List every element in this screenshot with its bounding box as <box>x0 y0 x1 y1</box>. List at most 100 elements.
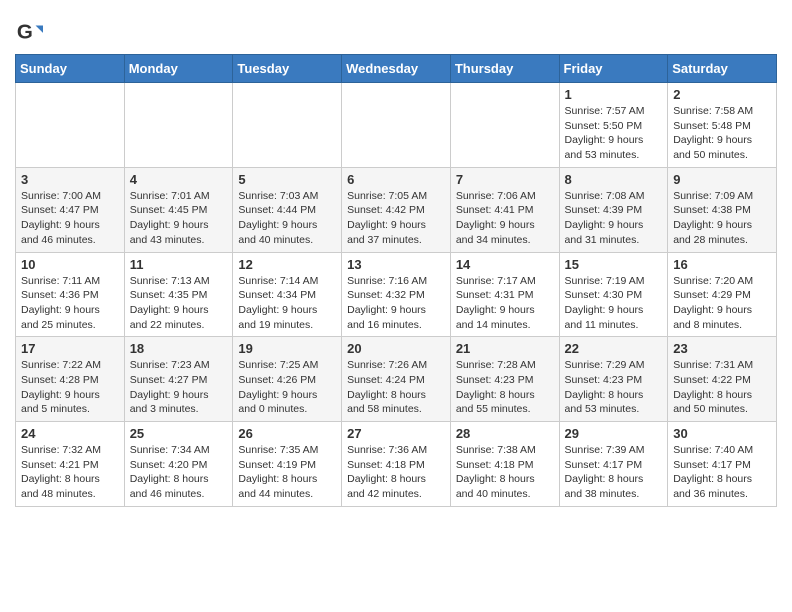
day-number: 8 <box>565 172 663 187</box>
day-info: Sunrise: 7:39 AMSunset: 4:17 PMDaylight:… <box>565 443 663 502</box>
calendar-cell: 25 Sunrise: 7:34 AMSunset: 4:20 PMDayligh… <box>124 422 233 507</box>
calendar-header-row: SundayMondayTuesdayWednesdayThursdayFrid… <box>16 55 777 83</box>
day-number: 15 <box>565 257 663 272</box>
day-number: 1 <box>565 87 663 102</box>
day-number: 17 <box>21 341 119 356</box>
day-info: Sunrise: 7:16 AMSunset: 4:32 PMDaylight:… <box>347 274 445 333</box>
day-info: Sunrise: 7:32 AMSunset: 4:21 PMDaylight:… <box>21 443 119 502</box>
logo-icon: G <box>15 18 43 46</box>
header-wednesday: Wednesday <box>342 55 451 83</box>
calendar-cell: 3 Sunrise: 7:00 AMSunset: 4:47 PMDaylight… <box>16 167 125 252</box>
day-number: 23 <box>673 341 771 356</box>
calendar: SundayMondayTuesdayWednesdayThursdayFrid… <box>15 54 777 507</box>
day-info: Sunrise: 7:05 AMSunset: 4:42 PMDaylight:… <box>347 189 445 248</box>
day-info: Sunrise: 7:57 AMSunset: 5:50 PMDaylight:… <box>565 104 663 163</box>
calendar-week-3: 17 Sunrise: 7:22 AMSunset: 4:28 PMDayligh… <box>16 337 777 422</box>
day-number: 19 <box>238 341 336 356</box>
header-sunday: Sunday <box>16 55 125 83</box>
header-friday: Friday <box>559 55 668 83</box>
day-info: Sunrise: 7:36 AMSunset: 4:18 PMDaylight:… <box>347 443 445 502</box>
day-number: 24 <box>21 426 119 441</box>
day-info: Sunrise: 7:31 AMSunset: 4:22 PMDaylight:… <box>673 358 771 417</box>
day-info: Sunrise: 7:23 AMSunset: 4:27 PMDaylight:… <box>130 358 228 417</box>
day-number: 27 <box>347 426 445 441</box>
day-info: Sunrise: 7:03 AMSunset: 4:44 PMDaylight:… <box>238 189 336 248</box>
day-info: Sunrise: 7:22 AMSunset: 4:28 PMDaylight:… <box>21 358 119 417</box>
calendar-cell: 13 Sunrise: 7:16 AMSunset: 4:32 PMDayligh… <box>342 252 451 337</box>
calendar-cell: 20 Sunrise: 7:26 AMSunset: 4:24 PMDayligh… <box>342 337 451 422</box>
calendar-cell: 27 Sunrise: 7:36 AMSunset: 4:18 PMDayligh… <box>342 422 451 507</box>
day-number: 21 <box>456 341 554 356</box>
day-info: Sunrise: 7:17 AMSunset: 4:31 PMDaylight:… <box>456 274 554 333</box>
calendar-cell: 21 Sunrise: 7:28 AMSunset: 4:23 PMDayligh… <box>450 337 559 422</box>
day-info: Sunrise: 7:14 AMSunset: 4:34 PMDaylight:… <box>238 274 336 333</box>
day-info: Sunrise: 7:28 AMSunset: 4:23 PMDaylight:… <box>456 358 554 417</box>
day-info: Sunrise: 7:09 AMSunset: 4:38 PMDaylight:… <box>673 189 771 248</box>
day-number: 26 <box>238 426 336 441</box>
day-number: 2 <box>673 87 771 102</box>
day-number: 10 <box>21 257 119 272</box>
calendar-cell: 10Sunrise: 7:11 AMSunset: 4:36 PMDayligh… <box>16 252 125 337</box>
calendar-week-4: 24 Sunrise: 7:32 AMSunset: 4:21 PMDayligh… <box>16 422 777 507</box>
header-saturday: Saturday <box>668 55 777 83</box>
header-tuesday: Tuesday <box>233 55 342 83</box>
day-number: 6 <box>347 172 445 187</box>
calendar-cell: 17 Sunrise: 7:22 AMSunset: 4:28 PMDayligh… <box>16 337 125 422</box>
calendar-cell: 4 Sunrise: 7:01 AMSunset: 4:45 PMDaylight… <box>124 167 233 252</box>
logo: G <box>15 18 47 46</box>
calendar-cell: 11 Sunrise: 7:13 AMSunset: 4:35 PMDayligh… <box>124 252 233 337</box>
calendar-cell: 15Sunrise: 7:19 AMSunset: 4:30 PMDayligh… <box>559 252 668 337</box>
calendar-cell <box>124 83 233 168</box>
day-number: 25 <box>130 426 228 441</box>
calendar-cell: 18 Sunrise: 7:23 AMSunset: 4:27 PMDayligh… <box>124 337 233 422</box>
day-info: Sunrise: 7:25 AMSunset: 4:26 PMDaylight:… <box>238 358 336 417</box>
header-monday: Monday <box>124 55 233 83</box>
calendar-cell: 19 Sunrise: 7:25 AMSunset: 4:26 PMDayligh… <box>233 337 342 422</box>
day-number: 4 <box>130 172 228 187</box>
calendar-cell: 12 Sunrise: 7:14 AMSunset: 4:34 PMDayligh… <box>233 252 342 337</box>
calendar-week-0: 1 Sunrise: 7:57 AMSunset: 5:50 PMDaylight… <box>16 83 777 168</box>
calendar-cell <box>342 83 451 168</box>
day-info: Sunrise: 7:06 AMSunset: 4:41 PMDaylight:… <box>456 189 554 248</box>
day-number: 30 <box>673 426 771 441</box>
day-info: Sunrise: 7:58 AMSunset: 5:48 PMDaylight:… <box>673 104 771 163</box>
day-number: 13 <box>347 257 445 272</box>
day-number: 16 <box>673 257 771 272</box>
day-number: 5 <box>238 172 336 187</box>
day-info: Sunrise: 7:34 AMSunset: 4:20 PMDaylight:… <box>130 443 228 502</box>
day-number: 18 <box>130 341 228 356</box>
day-info: Sunrise: 7:29 AMSunset: 4:23 PMDaylight:… <box>565 358 663 417</box>
calendar-cell <box>450 83 559 168</box>
calendar-cell <box>233 83 342 168</box>
calendar-cell: 9 Sunrise: 7:09 AMSunset: 4:38 PMDaylight… <box>668 167 777 252</box>
calendar-cell: 5 Sunrise: 7:03 AMSunset: 4:44 PMDaylight… <box>233 167 342 252</box>
calendar-cell: 30 Sunrise: 7:40 AMSunset: 4:17 PMDayligh… <box>668 422 777 507</box>
calendar-cell: 28Sunrise: 7:38 AMSunset: 4:18 PMDayligh… <box>450 422 559 507</box>
day-number: 11 <box>130 257 228 272</box>
calendar-cell: 26 Sunrise: 7:35 AMSunset: 4:19 PMDayligh… <box>233 422 342 507</box>
day-number: 7 <box>456 172 554 187</box>
day-info: Sunrise: 7:35 AMSunset: 4:19 PMDaylight:… <box>238 443 336 502</box>
calendar-cell: 14Sunrise: 7:17 AMSunset: 4:31 PMDayligh… <box>450 252 559 337</box>
day-number: 9 <box>673 172 771 187</box>
header: G <box>15 10 777 46</box>
day-number: 3 <box>21 172 119 187</box>
calendar-cell: 24 Sunrise: 7:32 AMSunset: 4:21 PMDayligh… <box>16 422 125 507</box>
day-info: Sunrise: 7:01 AMSunset: 4:45 PMDaylight:… <box>130 189 228 248</box>
calendar-week-2: 10Sunrise: 7:11 AMSunset: 4:36 PMDayligh… <box>16 252 777 337</box>
day-number: 29 <box>565 426 663 441</box>
calendar-cell: 2 Sunrise: 7:58 AMSunset: 5:48 PMDaylight… <box>668 83 777 168</box>
header-thursday: Thursday <box>450 55 559 83</box>
day-info: Sunrise: 7:00 AMSunset: 4:47 PMDaylight:… <box>21 189 119 248</box>
calendar-cell: 29 Sunrise: 7:39 AMSunset: 4:17 PMDayligh… <box>559 422 668 507</box>
day-info: Sunrise: 7:13 AMSunset: 4:35 PMDaylight:… <box>130 274 228 333</box>
day-info: Sunrise: 7:40 AMSunset: 4:17 PMDaylight:… <box>673 443 771 502</box>
day-number: 28 <box>456 426 554 441</box>
svg-text:G: G <box>17 21 33 44</box>
calendar-week-1: 3 Sunrise: 7:00 AMSunset: 4:47 PMDaylight… <box>16 167 777 252</box>
calendar-cell: 7 Sunrise: 7:06 AMSunset: 4:41 PMDaylight… <box>450 167 559 252</box>
day-number: 12 <box>238 257 336 272</box>
day-info: Sunrise: 7:20 AMSunset: 4:29 PMDaylight:… <box>673 274 771 333</box>
day-info: Sunrise: 7:26 AMSunset: 4:24 PMDaylight:… <box>347 358 445 417</box>
day-number: 20 <box>347 341 445 356</box>
